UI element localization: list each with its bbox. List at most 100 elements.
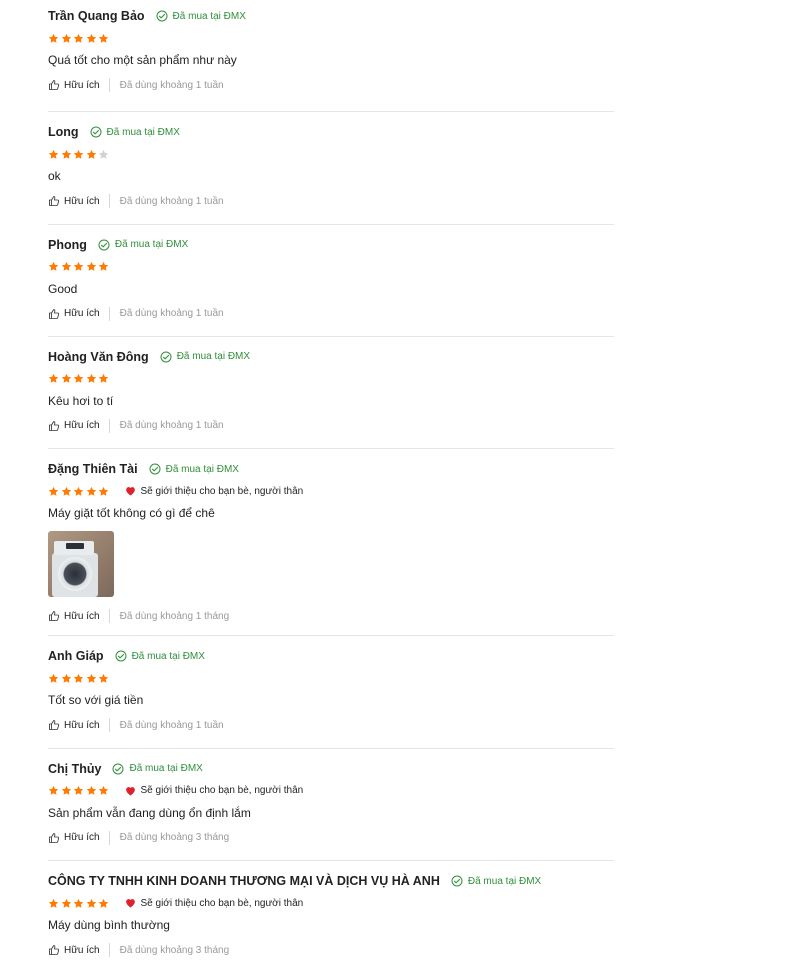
review-actions: Hữu ích Đã dùng khoảng 3 tháng [48, 830, 229, 846]
reviewer-header: Chị Thủy Đã mua tại ĐMX [48, 759, 203, 779]
verified-purchase-badge: Đã mua tại ĐMX [451, 875, 541, 887]
rating-stars [48, 671, 111, 685]
review-content: Máy giặt tốt không có gì để chê [48, 506, 215, 521]
star-filled-icon [73, 673, 84, 684]
check-circle-icon [115, 650, 132, 662]
divider [108, 943, 110, 958]
star-filled-icon [98, 33, 109, 44]
star-filled-icon [98, 898, 109, 909]
helpful-button[interactable]: Hữu ích [48, 308, 100, 320]
helpful-button[interactable]: Hữu ích [48, 944, 100, 956]
helpful-label: Hữu ích [64, 420, 100, 432]
star-empty-icon [98, 149, 109, 160]
reviewer-header: CÔNG TY TNHH KINH DOANH THƯƠNG MẠI VÀ DỊ… [48, 871, 541, 891]
thumbs-up-icon [48, 420, 64, 432]
star-filled-icon [73, 486, 84, 497]
star-filled-icon [61, 486, 72, 497]
divider [108, 306, 110, 321]
star-filled-icon [86, 785, 97, 796]
review-content: Good [48, 281, 78, 296]
review-list: Trần Quang Bảo Đã mua tại ĐMX Quá tốt cho … [48, 0, 614, 972]
verified-purchase-label: Đã mua tại ĐMX [176, 351, 251, 363]
rating-stars: Sẽ giới thiệu cho bạn bè, người thân [48, 896, 303, 910]
review-item: Đặng Thiên Tài Đã mua tại ĐMX Sẽ giới thiệ… [48, 449, 614, 637]
star-filled-icon [61, 33, 72, 44]
check-circle-icon [112, 763, 129, 775]
verified-purchase-badge: Đã mua tại ĐMX [149, 463, 239, 475]
helpful-button[interactable]: Hữu ích [48, 195, 100, 207]
check-circle-icon [156, 10, 173, 22]
review-item: Chị Thủy Đã mua tại ĐMX Sẽ giới thiệu cho … [48, 749, 614, 862]
star-filled-icon [86, 261, 97, 272]
verified-purchase-label: Đã mua tại ĐMX [467, 875, 542, 887]
review-item: Hoàng Văn Đông Đã mua tại ĐMX Kêu hơi to t… [48, 337, 614, 450]
helpful-label: Hữu ích [64, 832, 100, 844]
recommend-badge: Sẽ giới thiệu cho bạn bè, người thân [125, 486, 303, 497]
helpful-label: Hữu ích [64, 195, 100, 207]
thumbs-up-icon [48, 195, 64, 207]
review-item: Long Đã mua tại ĐMX ok Hữu ích Đã dùng khoản… [48, 112, 614, 225]
divider [108, 609, 110, 624]
helpful-button[interactable]: Hữu ích [48, 832, 100, 844]
review-photo-thumbnail[interactable] [48, 531, 114, 598]
star-filled-icon [86, 373, 97, 384]
divider [108, 418, 110, 433]
star-filled-icon [73, 261, 84, 272]
usage-duration: Đã dùng khoảng 3 tháng [119, 944, 230, 956]
heart-icon [125, 898, 141, 908]
helpful-label: Hữu ích [64, 610, 100, 622]
star-filled-icon [73, 898, 84, 909]
usage-duration: Đã dùng khoảng 1 tuần [119, 308, 224, 320]
star-filled-icon [48, 149, 59, 160]
helpful-button[interactable]: Hữu ích [48, 79, 100, 91]
usage-duration: Đã dùng khoảng 3 tháng [119, 832, 230, 844]
star-filled-icon [48, 261, 59, 272]
usage-duration: Đã dùng khoảng 1 tuần [119, 79, 224, 91]
rating-stars [48, 372, 111, 386]
helpful-button[interactable]: Hữu ích [48, 610, 100, 622]
helpful-button[interactable]: Hữu ích [48, 719, 100, 731]
verified-purchase-label: Đã mua tại ĐMX [165, 463, 239, 475]
check-circle-icon [149, 463, 166, 475]
usage-duration: Đã dùng khoảng 1 tháng [119, 610, 230, 622]
review-actions: Hữu ích Đã dùng khoảng 1 tuần [48, 193, 224, 209]
star-filled-icon [73, 785, 84, 796]
star-filled-icon [61, 373, 72, 384]
review-item: Trần Quang Bảo Đã mua tại ĐMX Quá tốt cho … [48, 0, 614, 113]
reviewer-name: Anh Giáp [48, 649, 104, 664]
verified-purchase-badge: Đã mua tại ĐMX [115, 650, 205, 662]
review-content: Sản phẩm vẫn đang dùng ổn định lắm [48, 805, 251, 820]
reviewer-name: Long [48, 125, 79, 140]
star-filled-icon [86, 33, 97, 44]
star-filled-icon [48, 33, 59, 44]
star-filled-icon [86, 149, 97, 160]
verified-purchase-label: Đã mua tại ĐMX [172, 10, 246, 22]
reviewer-header: Anh Giáp Đã mua tại ĐMX [48, 646, 205, 666]
helpful-button[interactable]: Hữu ích [48, 420, 100, 432]
star-filled-icon [98, 373, 109, 384]
rating-stars [48, 31, 111, 45]
star-filled-icon [61, 898, 72, 909]
thumbs-up-icon [48, 719, 64, 731]
review-content: ok [48, 169, 61, 184]
check-circle-icon [451, 875, 468, 887]
star-filled-icon [86, 486, 97, 497]
star-filled-icon [73, 33, 84, 44]
verified-purchase-badge: Đã mua tại ĐMX [112, 763, 203, 775]
review-item: Anh Giáp Đã mua tại ĐMX Tốt so với giá tiề… [48, 636, 614, 749]
thumbs-up-icon [48, 308, 64, 320]
check-circle-icon [90, 126, 107, 138]
star-filled-icon [48, 673, 59, 684]
review-content: Quá tốt cho một sản phẩm như này [48, 53, 237, 67]
thumbs-up-icon [48, 832, 64, 844]
helpful-label: Hữu ích [64, 719, 100, 731]
star-filled-icon [73, 373, 84, 384]
usage-duration: Đã dùng khoảng 1 tuần [119, 420, 224, 432]
verified-purchase-badge: Đã mua tại ĐMX [156, 10, 246, 22]
thumbs-up-icon [48, 610, 64, 622]
review-item: CÔNG TY TNHH KINH DOANH THƯƠNG MẠI VÀ DỊ… [48, 861, 614, 972]
thumbs-up-icon [48, 79, 64, 91]
reviewer-name: Hoàng Văn Đông [48, 349, 149, 364]
rating-stars [48, 260, 111, 274]
star-filled-icon [61, 785, 72, 796]
